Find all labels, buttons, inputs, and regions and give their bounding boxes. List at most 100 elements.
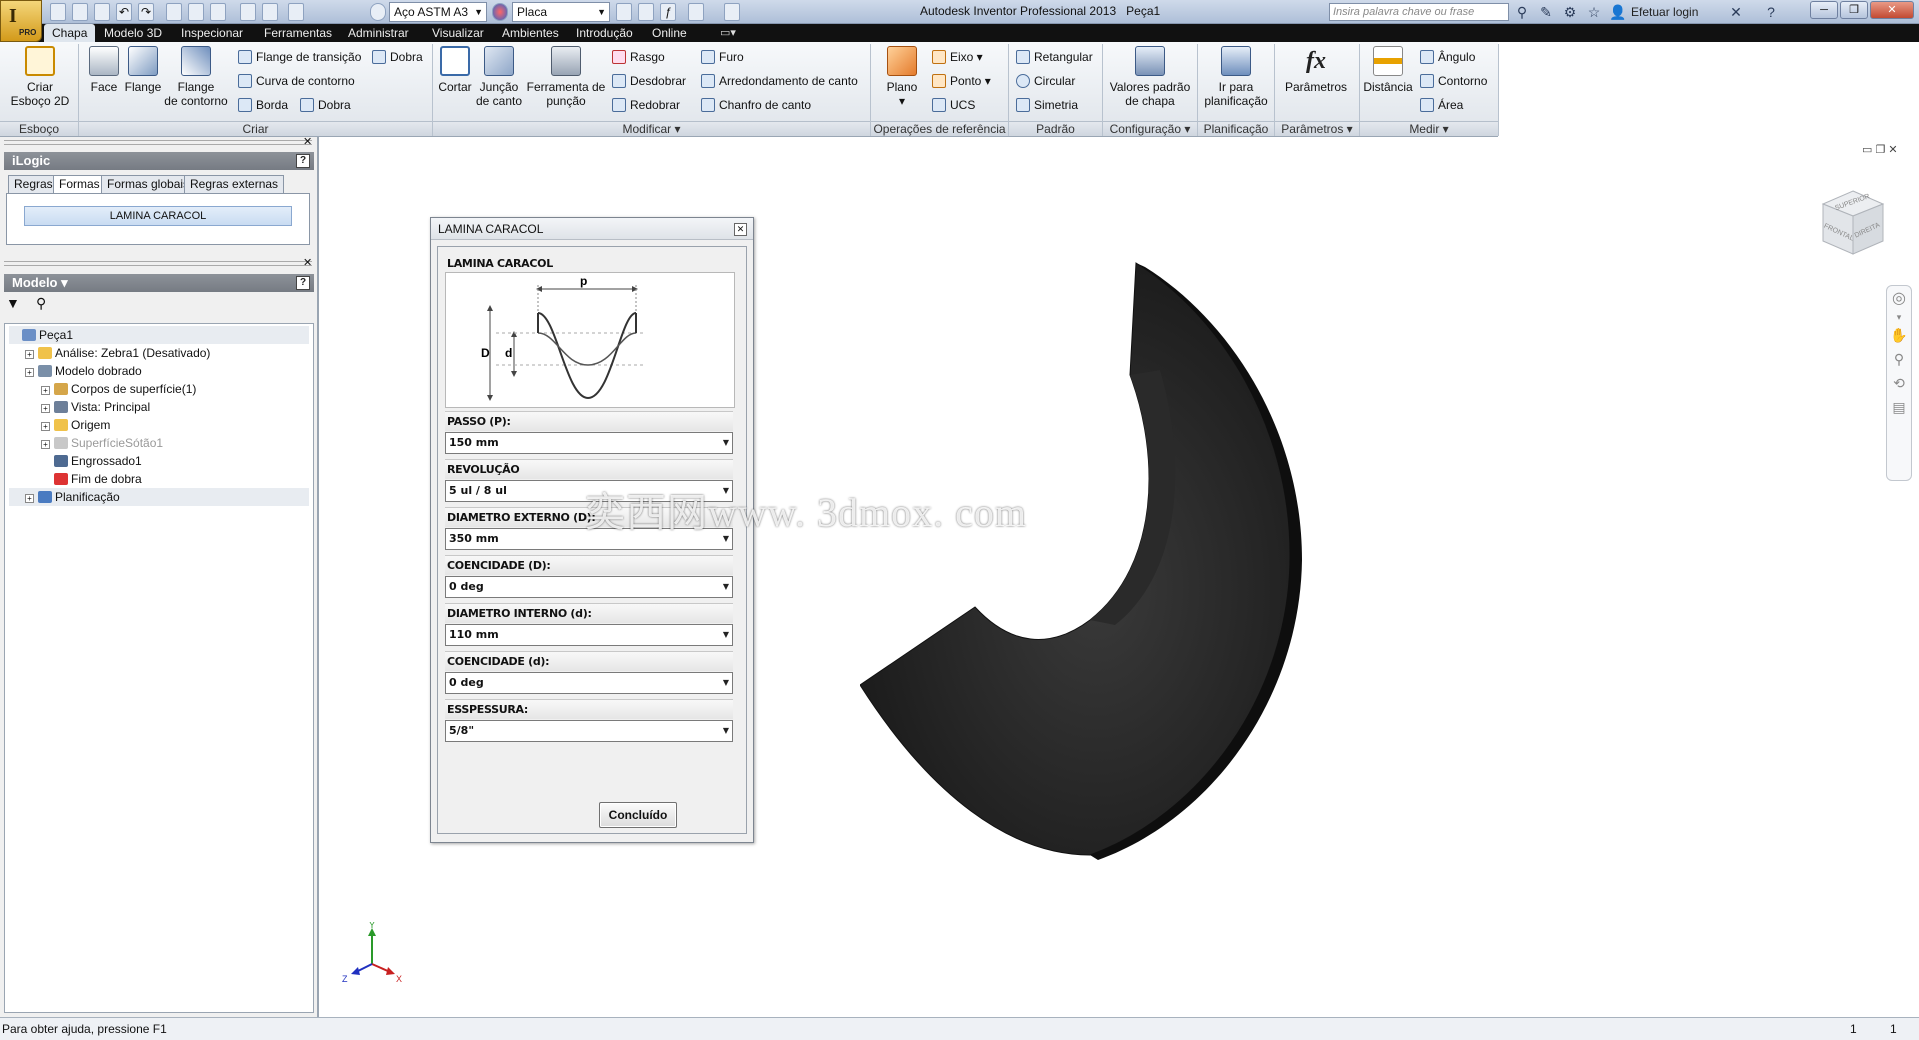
- tree-node[interactable]: + Corpos de superfície(1): [9, 380, 309, 398]
- field-dropdown[interactable]: 5/8" ▼: [445, 720, 733, 742]
- panel-configuracao-label[interactable]: Configuração ▾: [1103, 121, 1197, 136]
- field-dropdown[interactable]: 110 mm ▼: [445, 624, 733, 646]
- tab-ferramentas[interactable]: Ferramentas: [256, 24, 340, 42]
- cut-across-bend-button[interactable]: Rasgo: [612, 48, 665, 66]
- sketch-icon[interactable]: [288, 3, 304, 21]
- rectangular-pattern-button[interactable]: Retangular: [1016, 48, 1093, 66]
- fx-icon[interactable]: ƒ: [660, 3, 676, 21]
- unfold-button[interactable]: Desdobrar: [612, 72, 686, 90]
- tree-node[interactable]: Fim de dobra: [9, 470, 309, 488]
- panel-grip[interactable]: [4, 140, 312, 145]
- contour-roll-button[interactable]: Curva de contorno: [238, 72, 355, 90]
- hem-button[interactable]: Borda: [238, 96, 288, 114]
- update-icon[interactable]: [210, 3, 226, 21]
- cut-button[interactable]: Cortar: [434, 46, 476, 94]
- expand-icon[interactable]: +: [25, 494, 34, 503]
- tab-ambientes[interactable]: Ambientes: [494, 24, 567, 42]
- exchange-icon[interactable]: ✕: [1727, 3, 1745, 21]
- create-sketch-2d-button[interactable]: Criar Esboço 2D: [4, 46, 76, 108]
- select-icon[interactable]: [240, 3, 256, 21]
- corner-seam-button[interactable]: Junção de canto: [476, 46, 522, 108]
- panel-toggle-icon[interactable]: ▭▾: [720, 26, 736, 39]
- tab-regras[interactable]: Regras: [8, 175, 59, 193]
- binoculars-icon[interactable]: ⚲: [1513, 3, 1531, 21]
- model-panel-title[interactable]: Modelo ▾?: [4, 274, 314, 292]
- open-file-icon[interactable]: [72, 3, 88, 21]
- tab-visualizar[interactable]: Visualizar: [424, 24, 492, 42]
- corner-round-button[interactable]: Arredondamento de canto: [701, 72, 858, 90]
- sheet-metal-defaults-button[interactable]: Valores padrão de chapa: [1104, 46, 1196, 108]
- return-icon[interactable]: [262, 3, 278, 21]
- communication-icon[interactable]: ⚙: [1561, 3, 1579, 21]
- material-dropdown[interactable]: Aço ASTM A3 ▼: [389, 2, 487, 22]
- panel-medir-label[interactable]: Medir ▾: [1360, 121, 1498, 136]
- refold-button[interactable]: Redobrar: [612, 96, 680, 114]
- save-icon[interactable]: [94, 3, 110, 21]
- lamina-caracol-form-button[interactable]: LAMINA CARACOL: [24, 206, 292, 226]
- properties-icon[interactable]: [188, 3, 204, 21]
- filter-icon[interactable]: ▼: [6, 295, 20, 311]
- tab-introdu-o[interactable]: Introdução: [568, 24, 641, 42]
- circular-pattern-button[interactable]: Circular: [1016, 72, 1075, 90]
- help-icon[interactable]: ?: [296, 276, 310, 290]
- hole-button[interactable]: Furo: [701, 48, 744, 66]
- done-button[interactable]: Concluído: [599, 802, 677, 828]
- work-plane-button[interactable]: Plano ▾: [876, 46, 928, 108]
- color-wheel-icon[interactable]: [370, 3, 386, 21]
- measure-angle-button[interactable]: Ângulo: [1420, 48, 1475, 66]
- expand-icon[interactable]: +: [25, 368, 34, 377]
- work-point-button[interactable]: Ponto ▾: [932, 72, 991, 90]
- face-button[interactable]: Face: [84, 46, 124, 94]
- minimize-button[interactable]: ─: [1810, 1, 1838, 19]
- tree-node[interactable]: + Vista: Principal: [9, 398, 309, 416]
- maximize-button[interactable]: ❐: [1840, 1, 1868, 19]
- go-to-flat-pattern-button[interactable]: Ir para planificação: [1199, 46, 1273, 108]
- tab-formas-globais[interactable]: Formas globais: [101, 175, 196, 193]
- expand-icon[interactable]: +: [41, 386, 50, 395]
- expand-icon[interactable]: +: [41, 440, 50, 449]
- dialog-title-bar[interactable]: LAMINA CARACOL ✕: [431, 218, 753, 240]
- measure-distance-button[interactable]: Distância: [1362, 46, 1414, 94]
- panel-modificar-label[interactable]: Modificar ▾: [433, 121, 870, 136]
- tab-modelo-3d[interactable]: Modelo 3D: [96, 24, 170, 42]
- tree-node[interactable]: Peça1: [9, 326, 309, 344]
- close-icon[interactable]: ✕: [303, 135, 312, 148]
- measure-area-button[interactable]: Área: [1420, 96, 1463, 114]
- tab-inspecionar[interactable]: Inspecionar: [173, 24, 251, 42]
- fold-button[interactable]: Dobra: [372, 48, 423, 66]
- mirror-button[interactable]: Simetria: [1016, 96, 1078, 114]
- customize-qat-icon[interactable]: [724, 3, 740, 21]
- tree-node[interactable]: + Modelo dobrado: [9, 362, 309, 380]
- tree-node[interactable]: + Planificação: [9, 488, 309, 506]
- close-icon[interactable]: ✕: [734, 223, 747, 236]
- tab-chapa[interactable]: Chapa: [44, 24, 96, 42]
- work-axis-button[interactable]: Eixo ▾: [932, 48, 983, 66]
- close-icon[interactable]: ✕: [303, 256, 312, 269]
- appearance-dropdown[interactable]: Placa ▼: [512, 2, 610, 22]
- application-menu-button[interactable]: I PRO: [0, 0, 42, 42]
- tab-formas[interactable]: Formas: [53, 175, 106, 193]
- adjust-icon[interactable]: [638, 3, 654, 21]
- clear-appearance-icon[interactable]: [616, 3, 632, 21]
- tree-node[interactable]: Engrossado1: [9, 452, 309, 470]
- tree-node[interactable]: + SuperfícieSótão1: [9, 434, 309, 452]
- zoom-icon[interactable]: ⚲: [1887, 347, 1911, 371]
- field-dropdown[interactable]: 150 mm ▼: [445, 432, 733, 454]
- field-dropdown[interactable]: 0 deg ▼: [445, 576, 733, 598]
- transition-flange-button[interactable]: Flange de transição: [238, 48, 361, 66]
- print-icon[interactable]: [166, 3, 182, 21]
- help-icon[interactable]: ?: [1762, 3, 1780, 21]
- contour-flange-button[interactable]: Flange de contorno: [164, 46, 228, 108]
- panel-parametros-label[interactable]: Parâmetros ▾: [1275, 121, 1359, 136]
- expand-icon[interactable]: +: [41, 422, 50, 431]
- measure-loop-button[interactable]: Contorno: [1420, 72, 1487, 90]
- punch-tool-button[interactable]: Ferramenta de punção: [524, 46, 608, 108]
- new-file-icon[interactable]: [50, 3, 66, 21]
- help-icon[interactable]: ?: [296, 154, 310, 168]
- sign-in-link[interactable]: Efetuar login: [1631, 5, 1698, 19]
- subscription-icon[interactable]: ✎: [1537, 3, 1555, 21]
- parameters-button[interactable]: fx Parâmetros: [1276, 46, 1356, 94]
- tab-administrar[interactable]: Administrar: [340, 24, 417, 42]
- measure-icon[interactable]: [688, 3, 704, 21]
- find-binoculars-icon[interactable]: ⚲: [36, 295, 46, 312]
